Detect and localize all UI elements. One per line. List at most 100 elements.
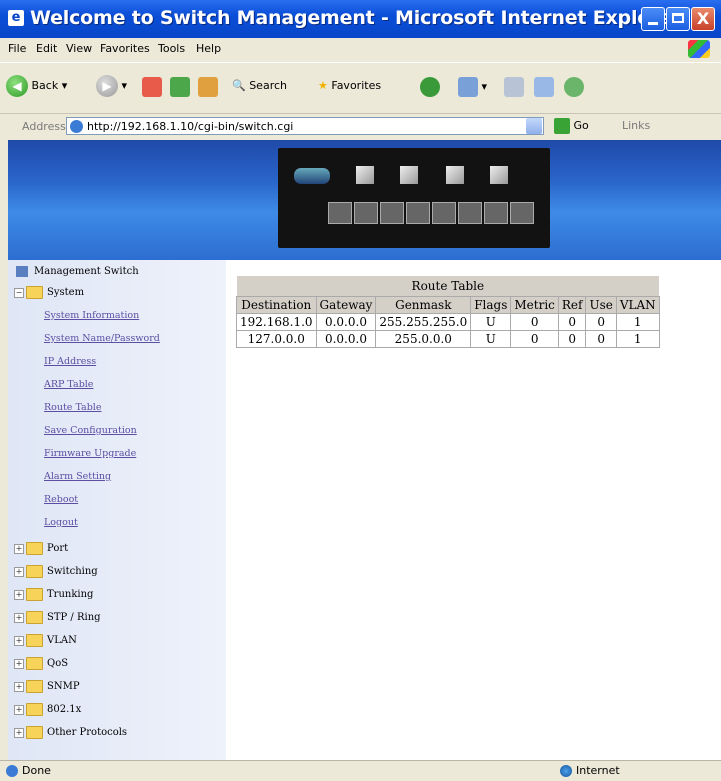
link-system-name-password[interactable]: System Name/Password — [44, 333, 160, 344]
route-table-title: Route Table — [236, 276, 660, 297]
folder-open-icon — [26, 286, 43, 299]
table-cell: 127.0.0.0 — [236, 330, 317, 348]
link-system-information[interactable]: System Information — [44, 310, 139, 321]
table-cell: U — [470, 330, 512, 348]
tree-folder-trunking[interactable]: + Trunking — [14, 588, 93, 601]
folder-icon — [26, 657, 43, 670]
table-cell: 255.0.0.0 — [375, 330, 472, 348]
folder-icon — [26, 634, 43, 647]
table-cell: 0 — [585, 330, 617, 348]
globe-icon — [560, 765, 572, 777]
link-route-table[interactable]: Route Table — [44, 402, 101, 413]
menu-view[interactable]: View — [66, 42, 92, 55]
computer-icon — [16, 266, 28, 277]
folder-icon — [26, 726, 43, 739]
expand-icon: + — [14, 658, 24, 669]
tree-folder-vlan[interactable]: + VLAN — [14, 634, 77, 647]
link-reboot[interactable]: Reboot — [44, 494, 78, 505]
tree-folder-port[interactable]: + Port — [14, 542, 68, 555]
go-button[interactable]: Go — [554, 118, 589, 134]
refresh-button[interactable] — [170, 77, 190, 97]
folder-icon — [26, 588, 43, 601]
back-arrow-icon: ◀ — [6, 75, 28, 97]
folder-icon — [26, 542, 43, 555]
forward-button[interactable]: ▶ ▾ — [96, 75, 127, 97]
table-cell: 0 — [557, 330, 587, 348]
expand-icon: + — [14, 612, 24, 623]
edit-button[interactable] — [534, 77, 554, 97]
column-header: Genmask — [375, 296, 472, 314]
windows-logo-icon — [688, 40, 710, 58]
folder-icon — [26, 703, 43, 716]
maximize-button[interactable] — [666, 7, 690, 31]
history-button[interactable] — [420, 77, 440, 97]
table-cell: 0 — [557, 313, 587, 331]
switch-banner — [8, 140, 721, 260]
column-header: Metric — [510, 296, 559, 314]
link-alarm-setting[interactable]: Alarm Setting — [44, 471, 111, 482]
page-icon — [70, 120, 83, 133]
table-cell: 0.0.0.0 — [315, 313, 377, 331]
navigation-tree: Management Switch − System System Informa… — [8, 260, 226, 760]
link-logout[interactable]: Logout — [44, 517, 78, 528]
close-button[interactable]: X — [691, 7, 715, 31]
home-icon — [198, 77, 218, 97]
collapse-icon: − — [14, 287, 24, 298]
title-bar: e Welcome to Switch Management - Microso… — [0, 0, 721, 38]
expand-icon: + — [14, 589, 24, 600]
forward-arrow-icon: ▶ — [96, 75, 118, 97]
table-cell: 192.168.1.0 — [236, 313, 317, 331]
edit-icon — [534, 77, 554, 97]
menu-help[interactable]: Help — [196, 42, 221, 55]
messenger-button[interactable] — [564, 77, 584, 97]
toolbar: ◀ Back ▾ ▶ ▾ 🔍 Search ★ Favorites ▾ — [0, 62, 721, 115]
table-row: 192.168.1.0 0.0.0.0 255.255.255.0 U 0 0 … — [236, 313, 660, 331]
tree-folder-8021x[interactable]: +802.1x — [14, 703, 81, 716]
stop-button[interactable] — [142, 77, 162, 97]
search-button[interactable]: 🔍 Search — [232, 79, 287, 92]
menu-tools[interactable]: Tools — [158, 42, 185, 55]
route-table: Route Table Destination Gateway Genmask … — [236, 276, 660, 348]
menu-edit[interactable]: Edit — [36, 42, 57, 55]
messenger-icon — [564, 77, 584, 97]
table-row: 127.0.0.0 0.0.0.0 255.0.0.0 U 0 0 0 1 — [236, 330, 660, 348]
expand-icon: + — [14, 543, 24, 554]
column-header: Gateway — [315, 296, 377, 314]
folder-icon — [26, 680, 43, 693]
expand-icon: + — [14, 727, 24, 738]
address-bar: Address http://192.168.1.10/cgi-bin/swit… — [0, 113, 721, 140]
search-icon: 🔍 — [232, 79, 246, 92]
tree-root[interactable]: Management Switch — [16, 266, 139, 277]
tree-folder-switching[interactable]: + Switching — [14, 565, 98, 578]
menu-file[interactable]: File — [8, 42, 26, 55]
home-button[interactable] — [198, 77, 218, 97]
link-firmware-upgrade[interactable]: Firmware Upgrade — [44, 448, 136, 459]
tree-folder-snmp[interactable]: + SNMP — [14, 680, 80, 693]
link-save-configuration[interactable]: Save Configuration — [44, 425, 137, 436]
column-header: VLAN — [615, 296, 660, 314]
link-ip-address[interactable]: IP Address — [44, 356, 96, 367]
expand-icon: + — [14, 566, 24, 577]
folder-icon — [26, 611, 43, 624]
back-button[interactable]: ◀ Back ▾ — [6, 75, 67, 97]
tree-folder-other-protocols[interactable]: + Other Protocols — [14, 726, 127, 739]
ie-app-icon: e — [8, 10, 24, 26]
menu-favorites[interactable]: Favorites — [100, 42, 150, 55]
table-cell: 1 — [615, 313, 660, 331]
tree-folder-qos[interactable]: + QoS — [14, 657, 68, 670]
mail-button[interactable]: ▾ — [458, 77, 487, 97]
console-port-icon — [294, 168, 330, 184]
links-button[interactable]: Links — [622, 119, 650, 132]
address-dropdown-button[interactable] — [526, 118, 542, 134]
expand-icon: + — [14, 635, 24, 646]
print-button[interactable] — [504, 77, 524, 97]
address-input[interactable]: http://192.168.1.10/cgi-bin/switch.cgi — [66, 117, 544, 135]
menu-bar: File Edit View Favorites Tools Help — [0, 38, 721, 60]
tree-folder-system[interactable]: − System — [14, 286, 84, 299]
minimize-button[interactable] — [641, 7, 665, 31]
tree-folder-stp-ring[interactable]: + STP / Ring — [14, 611, 101, 624]
favorites-button[interactable]: ★ Favorites — [318, 79, 381, 92]
link-arp-table[interactable]: ARP Table — [44, 379, 93, 390]
table-cell: 1 — [615, 330, 660, 348]
print-icon — [504, 77, 524, 97]
